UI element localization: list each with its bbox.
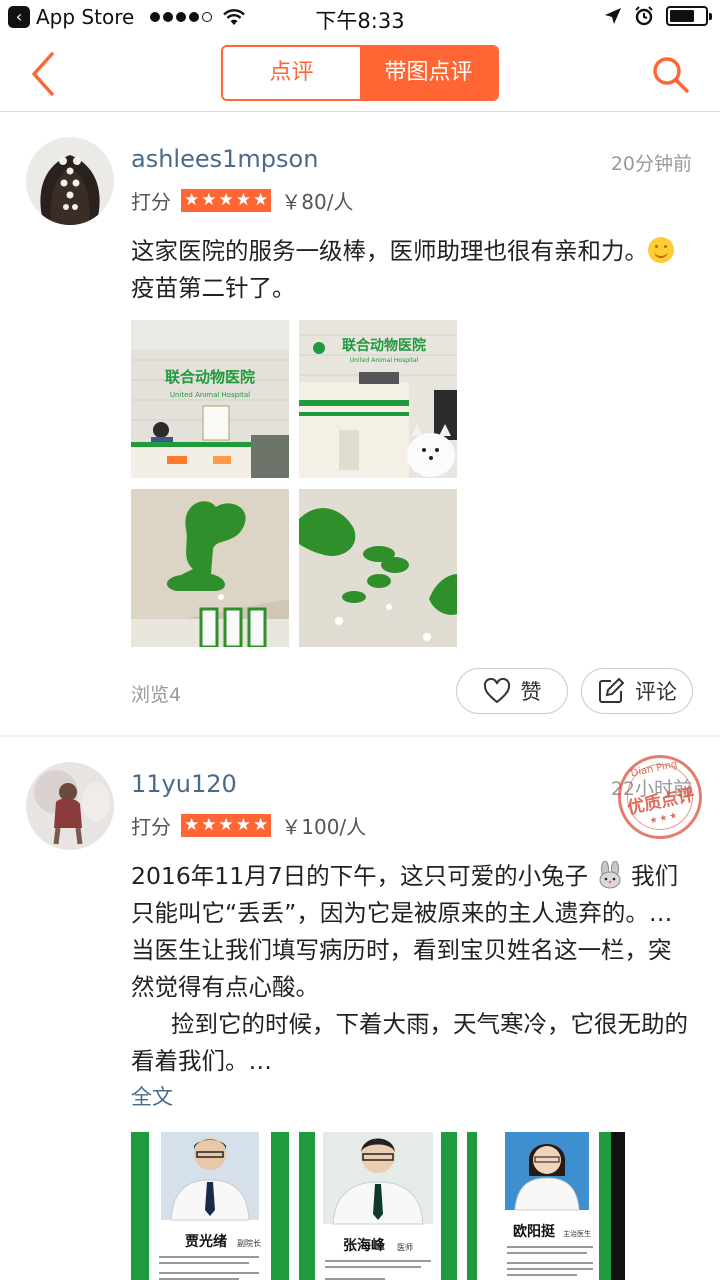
doctor-title: 医师 bbox=[397, 1242, 413, 1252]
hospital-sign-text: 联合动物医院 bbox=[165, 368, 255, 386]
back-chevron-icon[interactable] bbox=[22, 50, 66, 98]
review-photo[interactable] bbox=[299, 489, 457, 647]
tab-photo-reviews[interactable]: 带图点评 bbox=[360, 47, 497, 99]
doctor-name: 张海峰 bbox=[343, 1237, 386, 1254]
review-text: 2016年11月7日的下午，这只可爱的小兔子 我们只能叫它“丢丢”，因为它是被原… bbox=[131, 858, 691, 1080]
hospital-sign-subtext: United Animal Hospital bbox=[170, 391, 250, 399]
five-star-rating-icon: ★ ★ ★ ★ ★ bbox=[181, 814, 272, 837]
alarm-icon bbox=[635, 6, 653, 26]
avatar[interactable] bbox=[26, 137, 114, 225]
five-star-rating-icon: ★ ★ ★ ★ ★ bbox=[181, 189, 272, 212]
review-photo[interactable] bbox=[131, 489, 289, 647]
hospital-sign-subtext: United Animal Hospital bbox=[350, 357, 419, 364]
price-per-person: ￥80/人 bbox=[281, 190, 354, 214]
price-per-person: ￥100/人 bbox=[281, 815, 367, 839]
review-photo[interactable]: 欧阳挺 主治医生 bbox=[467, 1132, 625, 1280]
view-count: 浏览4 bbox=[131, 684, 182, 706]
like-button[interactable]: 赞 bbox=[456, 668, 568, 714]
battery-icon bbox=[666, 6, 712, 26]
rating-label: 打分 bbox=[131, 190, 171, 214]
full-text-link[interactable]: 全文 bbox=[131, 1081, 173, 1111]
review-type-segmented-control: 点评 带图点评 bbox=[221, 45, 499, 101]
rating-row: 打分 ★ ★ ★ ★ ★ ￥100/人 bbox=[131, 811, 366, 840]
status-right bbox=[604, 6, 712, 26]
heart-icon bbox=[483, 678, 510, 704]
status-bar: ‹ App Store 下午8:33 bbox=[0, 0, 720, 36]
location-arrow-icon bbox=[605, 8, 621, 24]
comment-button[interactable]: 评论 bbox=[581, 668, 693, 714]
avatar[interactable] bbox=[26, 762, 114, 850]
review-text-part: 这家医院的服务一级棒，医师助理也很有亲和力。 bbox=[131, 237, 648, 265]
review-text: 这家医院的服务一级棒，医师助理也很有亲和力。疫苗第二针了。 bbox=[131, 233, 691, 307]
edit-comment-icon bbox=[599, 677, 625, 703]
review-card: 11yu120 22小时前 Dian Ping 优质点评 ★★★ 打分 ★ ★ ★ ★… bbox=[0, 737, 720, 1280]
review-text-part: 捡到它的时候，下着大雨，天气寒冷，它很无助的看着我们。… bbox=[131, 1010, 688, 1075]
reviewer-name[interactable]: ashlees1mpson bbox=[131, 145, 318, 173]
review-text-part: 疫苗第二针了。 bbox=[131, 274, 296, 302]
like-label: 赞 bbox=[520, 680, 542, 704]
reviewer-name[interactable]: 11yu120 bbox=[131, 770, 237, 798]
review-photo[interactable]: 张海峰 医师 bbox=[299, 1132, 457, 1280]
review-text-part: 2016年11月7日的下午，这只可爱的小兔子 bbox=[131, 862, 589, 890]
doctor-title: 主治医生 bbox=[563, 1229, 591, 1238]
review-photo[interactable]: 贾光绪 副院长 bbox=[131, 1132, 289, 1280]
review-time: 20分钟前 bbox=[610, 153, 692, 175]
nav-bar: 点评 带图点评 bbox=[0, 36, 720, 112]
rabbit-emoji-icon bbox=[599, 860, 621, 889]
rating-row: 打分 ★ ★ ★ ★ ★ ￥80/人 bbox=[131, 186, 353, 215]
tab-reviews[interactable]: 点评 bbox=[223, 47, 360, 99]
review-photo[interactable]: 联合动物医院 United Animal Hospital bbox=[131, 320, 289, 478]
quality-review-stamp: Dian Ping 优质点评 ★★★ bbox=[610, 747, 710, 847]
review-card: ashlees1mpson 20分钟前 打分 ★ ★ ★ ★ ★ ￥80/人 这家医院的… bbox=[0, 112, 720, 737]
hospital-sign-text: 联合动物医院 bbox=[342, 337, 426, 354]
doctor-name: 贾光绪 bbox=[185, 1233, 227, 1250]
smile-emoji-icon bbox=[648, 237, 674, 263]
rating-label: 打分 bbox=[131, 815, 171, 839]
comment-label: 评论 bbox=[635, 680, 677, 704]
doctor-title: 副院长 bbox=[237, 1238, 261, 1248]
search-icon[interactable] bbox=[650, 54, 690, 94]
doctor-name: 欧阳挺 bbox=[513, 1223, 556, 1240]
review-photo[interactable]: 联合动物医院 United Animal Hospital bbox=[299, 320, 457, 478]
